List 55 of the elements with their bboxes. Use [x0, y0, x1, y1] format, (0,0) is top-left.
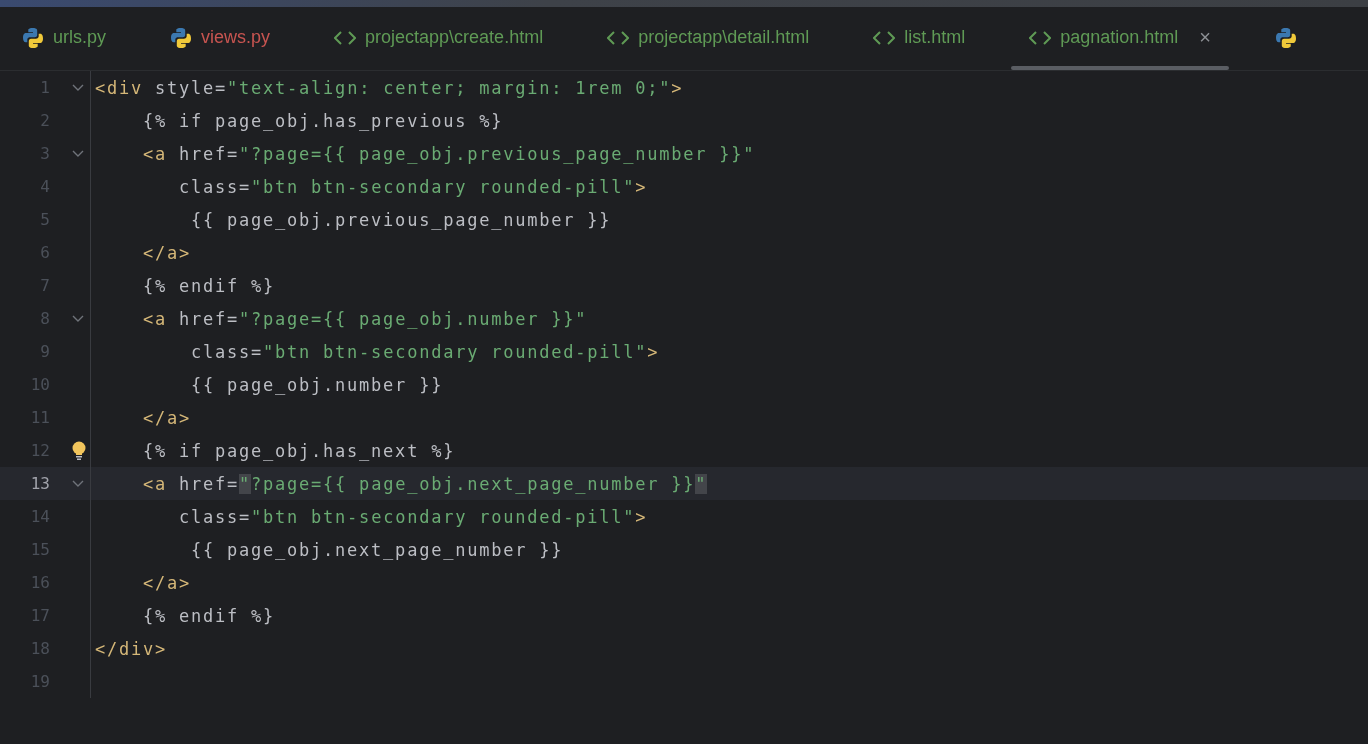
fold-chevron-icon[interactable] [72, 149, 84, 158]
file-tab[interactable]: views.py [152, 7, 289, 70]
file-tab[interactable]: urls.py [4, 7, 124, 70]
code-token: {% endif %} [142, 605, 276, 626]
fold-chevron-icon[interactable] [72, 479, 84, 488]
code-token: {{ page_obj.number }} [190, 374, 444, 395]
fold-chevron-icon[interactable] [72, 314, 84, 323]
code-token: {% endif %} [142, 275, 276, 296]
file-tab[interactable]: pagnation.html × [1011, 7, 1230, 70]
code-token: <a [142, 143, 168, 164]
code-token: <a [142, 308, 168, 329]
code-token: {{ page_obj.next_page_number }} [190, 539, 564, 560]
matched-quote: " [695, 473, 708, 494]
code-token: </a> [142, 572, 192, 593]
line-number: 13 [29, 474, 50, 493]
code-token: "?page={{ page_obj.number }}" [239, 308, 588, 329]
code-token: class= [190, 341, 264, 362]
code-token: </div> [95, 638, 168, 659]
code-token: {% if page_obj.has_previous %} [142, 110, 504, 131]
python-icon [1275, 26, 1298, 49]
code-token: {{ page_obj.previous_page_number }} [190, 209, 612, 230]
code-token: > [671, 77, 684, 98]
code-token: > [647, 341, 660, 362]
file-tab[interactable]: projectapp\detail.html [589, 7, 828, 70]
code-token: "btn btn-secondary rounded-pill" [251, 176, 636, 197]
code-token: href= [178, 308, 240, 329]
code-token: </a> [142, 242, 192, 263]
python-icon [22, 26, 44, 49]
python-icon [170, 26, 192, 49]
code-token: "text-align: center; margin: 1rem 0;" [227, 77, 672, 98]
code-token: style= [154, 77, 228, 98]
code-token: href= [178, 473, 240, 494]
fold-chevron-icon[interactable] [72, 83, 84, 92]
code-brackets-icon [1029, 29, 1052, 46]
code-token: "btn btn-secondary rounded-pill" [251, 506, 636, 527]
code-token: class= [178, 176, 252, 197]
close-icon[interactable]: × [1199, 26, 1212, 49]
code-brackets-icon [334, 29, 357, 46]
code-brackets-icon [607, 29, 630, 46]
file-tab[interactable]: list.html [855, 7, 984, 70]
code-token: href= [178, 143, 240, 164]
code-token: <div [95, 77, 144, 98]
code-token: {% if page_obj.has_next %} [142, 440, 456, 461]
code-token: > [635, 176, 648, 197]
matched-quote: " [239, 473, 252, 494]
code-token: </a> [142, 407, 192, 428]
code-token: "?page={{ page_obj.previous_page_number }}" [239, 143, 756, 164]
lightbulb-icon[interactable] [72, 440, 86, 461]
code-token: <a [142, 473, 168, 494]
code-token: ?page={{ page_obj.next_page_number }} [251, 473, 696, 494]
code-token: > [635, 506, 648, 527]
code-brackets-icon [873, 29, 896, 46]
code-token: class= [178, 506, 252, 527]
code-token: "btn btn-secondary rounded-pill" [263, 341, 648, 362]
file-tab[interactable]: projectapp\create.html [316, 7, 562, 70]
